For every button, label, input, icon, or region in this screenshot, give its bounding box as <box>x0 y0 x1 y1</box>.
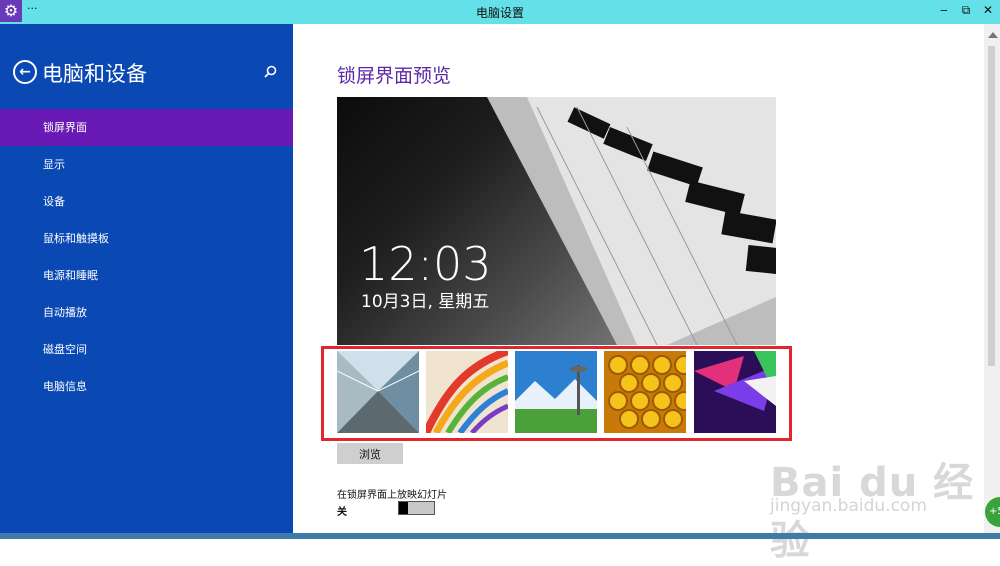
slideshow-label: 在锁屏界面上放映幻灯片 <box>337 490 447 501</box>
scroll-thumb[interactable] <box>988 46 995 366</box>
search-icon[interactable] <box>264 65 277 82</box>
thumbnail-geometric[interactable] <box>694 351 776 433</box>
slideshow-toggle[interactable] <box>398 501 435 515</box>
window-title: 电脑设置 <box>475 6 524 20</box>
nav-list: 锁屏界面 显示 设备 鼠标和触摸板 电源和睡眠 自动播放 磁盘空间 电脑信息 <box>0 109 293 405</box>
close-button[interactable]: ✕ <box>979 3 997 17</box>
watermark-url: jingyan.baidu.com <box>770 496 927 516</box>
nav-item-power-sleep[interactable]: 电源和睡眠 <box>0 257 293 294</box>
thumbnail-space-needle[interactable] <box>515 351 597 433</box>
preview-date: 10月3日, 星期五 <box>361 292 490 312</box>
pane-title: 电脑和设备 <box>42 62 147 86</box>
minimize-button[interactable]: ‒ <box>935 3 953 17</box>
nav-item-devices[interactable]: 设备 <box>0 183 293 220</box>
nav-item-autoplay[interactable]: 自动播放 <box>0 294 293 331</box>
nav-item-lock-screen[interactable]: 锁屏界面 <box>0 109 293 146</box>
nav-item-pc-info[interactable]: 电脑信息 <box>0 368 293 405</box>
title-bar: ⚙ ··· 电脑设置 ‒ ⧉ ✕ <box>0 0 1000 24</box>
slideshow-state: 关 <box>337 507 347 518</box>
thumbnail-tunnel[interactable] <box>337 351 419 433</box>
restore-button[interactable]: ⧉ <box>957 3 975 18</box>
nav-item-disk-space[interactable]: 磁盘空间 <box>0 331 293 368</box>
scroll-up-arrow-icon[interactable] <box>988 32 998 38</box>
nav-item-display[interactable]: 显示 <box>0 146 293 183</box>
thumbnail-honeycomb[interactable] <box>604 351 686 433</box>
nav-item-mouse-touchpad[interactable]: 鼠标和触摸板 <box>0 220 293 257</box>
thumbnail-ribbons[interactable] <box>426 351 508 433</box>
preview-time: 12:03 <box>359 237 492 291</box>
lock-screen-preview: 12:03 10月3日, 星期五 <box>337 97 776 345</box>
back-arrow-icon[interactable]: ← <box>13 60 37 84</box>
section-title: 锁屏界面预览 <box>337 65 452 87</box>
taskbar <box>0 533 1000 539</box>
browse-button[interactable]: 浏览 <box>337 443 403 464</box>
toggle-knob[interactable] <box>399 502 408 514</box>
left-pane: ← 电脑和设备 锁屏界面 显示 设备 鼠标和触摸板 电源和睡眠 自动播放 磁盘空… <box>0 24 293 539</box>
